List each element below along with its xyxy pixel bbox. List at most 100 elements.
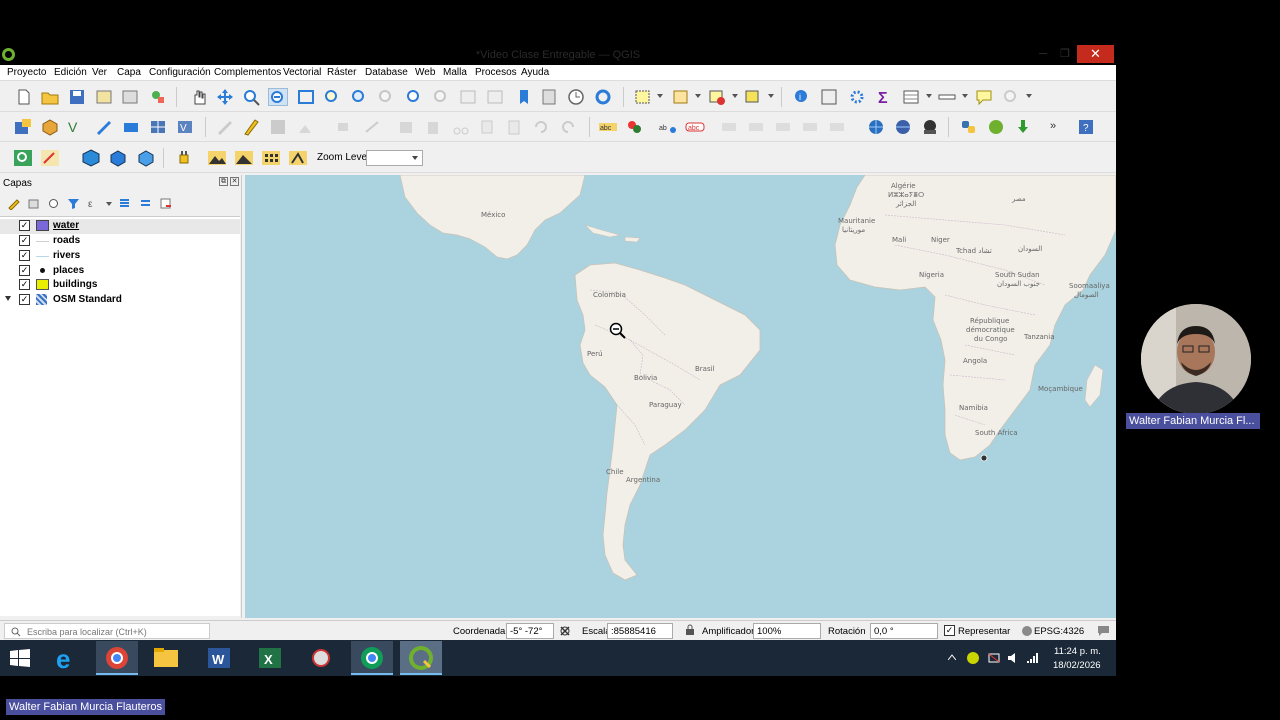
collapse-all-icon[interactable]	[139, 197, 152, 210]
toggle-editing-icon[interactable]	[241, 118, 261, 136]
layer-row-roads[interactable]: ✓ roads	[0, 234, 240, 249]
layer-visibility-checkbox[interactable]: ✓	[19, 220, 30, 231]
map-tips-icon[interactable]	[974, 88, 994, 106]
tray-chevron-icon[interactable]	[948, 654, 956, 660]
menu-vectorial[interactable]: Vectorial	[283, 67, 321, 78]
layer-visibility-checkbox[interactable]: ✓	[19, 265, 30, 276]
save-project-icon[interactable]	[67, 88, 87, 106]
statistics-sigma-icon[interactable]: Σ	[874, 88, 894, 106]
menu-capa[interactable]: Capa	[117, 67, 141, 78]
change-label-icon[interactable]	[773, 118, 793, 136]
pin-labels-icon[interactable]: ab	[658, 118, 678, 136]
measure-line-icon[interactable]	[937, 88, 957, 106]
pan-hand-icon[interactable]	[189, 88, 209, 106]
coordinate-field[interactable]: -5° -72°	[506, 623, 554, 639]
copy-features-icon[interactable]	[477, 118, 497, 136]
magnifier-field[interactable]: 100%	[753, 623, 821, 639]
field-calculator-icon[interactable]	[819, 88, 839, 106]
layer-row-osm-standard[interactable]: ✓ OSM Standard	[0, 293, 240, 308]
hillshade-icon[interactable]	[234, 149, 254, 167]
messages-icon[interactable]	[1097, 625, 1110, 637]
new-project-icon[interactable]	[14, 88, 34, 106]
layer-visibility-checkbox[interactable]: ✓	[19, 250, 30, 261]
locate-icon[interactable]	[1001, 88, 1021, 106]
redo-icon[interactable]	[558, 118, 578, 136]
layer-row-places[interactable]: ✓ places	[0, 264, 240, 279]
label-tool-icon[interactable]: abc	[598, 118, 618, 136]
paste-features-icon[interactable]	[504, 118, 524, 136]
layer-row-water[interactable]: ✓ water	[0, 219, 240, 234]
new-map-view-icon[interactable]	[458, 88, 478, 106]
cut-features-icon[interactable]	[451, 118, 471, 136]
rotate-diagram-icon[interactable]	[827, 118, 847, 136]
style-manager-icon[interactable]	[148, 88, 168, 106]
open-project-icon[interactable]	[40, 88, 60, 106]
layer-labeling-icon[interactable]	[625, 118, 645, 136]
crs-globe-icon[interactable]	[1021, 625, 1033, 637]
wfs-globe-icon[interactable]	[893, 118, 913, 136]
close-button[interactable]: ✕	[1077, 45, 1114, 63]
menu-configuracion[interactable]: Configuración	[149, 67, 211, 78]
new-bookmark-icon[interactable]	[514, 88, 534, 106]
new-shapefile-icon[interactable]: V	[67, 118, 87, 136]
move-label-icon[interactable]	[719, 118, 739, 136]
attribute-table-icon[interactable]	[901, 88, 921, 106]
plugin-connect-icon[interactable]	[174, 149, 194, 167]
3d-layer-icon[interactable]	[81, 149, 101, 167]
deselect-all-icon[interactable]	[707, 88, 727, 106]
internet-explorer-task[interactable]: e	[46, 641, 88, 675]
delete-selected-icon[interactable]	[396, 118, 416, 136]
menu-edicion[interactable]: Edición	[54, 67, 87, 78]
edits-icon[interactable]	[215, 118, 235, 136]
menu-web[interactable]: Web	[415, 67, 435, 78]
layer-visibility-checkbox[interactable]: ✓	[19, 294, 30, 305]
undo-icon[interactable]	[531, 118, 551, 136]
remove-layer-icon[interactable]	[159, 197, 172, 210]
zoom-last-icon[interactable]	[404, 88, 424, 106]
layer-visibility-checkbox[interactable]: ✓	[19, 279, 30, 290]
grid-icon[interactable]	[261, 149, 281, 167]
locator-input[interactable]: Escriba para localizar (Ctrl+K)	[4, 623, 210, 639]
zoom-to-layer-icon[interactable]	[349, 88, 369, 106]
save-edits-icon[interactable]	[268, 118, 288, 136]
word-task[interactable]: W	[198, 641, 240, 675]
rotation-field[interactable]: 0,0 °	[870, 623, 938, 639]
refresh-icon[interactable]	[593, 88, 613, 106]
move-diagram-icon[interactable]	[800, 118, 820, 136]
3d-cube-icon[interactable]	[108, 149, 128, 167]
chrome-task[interactable]	[96, 641, 138, 675]
clock-time[interactable]: 11:24 p. m.	[1054, 646, 1101, 657]
menu-procesos[interactable]: Procesos	[475, 67, 517, 78]
map-canvas[interactable]: México Colombia Perú Brasil Bolivia Para…	[245, 175, 1116, 618]
trash-icon[interactable]	[423, 118, 443, 136]
zoom-to-selection-icon[interactable]	[322, 88, 342, 106]
menu-database[interactable]: Database	[365, 67, 408, 78]
plugin-manager-icon[interactable]	[986, 118, 1006, 136]
menu-raster[interactable]: Ráster	[327, 67, 356, 78]
3d-box-icon[interactable]	[136, 149, 156, 167]
add-feature-icon[interactable]	[296, 118, 316, 136]
terrain-icon[interactable]	[207, 149, 227, 167]
zoom-full-icon[interactable]	[296, 88, 316, 106]
zoom-next-icon[interactable]	[431, 88, 451, 106]
layout-manager-icon[interactable]	[120, 88, 140, 106]
volume-icon[interactable]	[1006, 651, 1020, 665]
modify-attributes-icon[interactable]	[362, 118, 382, 136]
crs-label[interactable]: EPSG:4326	[1034, 626, 1084, 637]
signal-icon[interactable]	[1025, 651, 1039, 665]
add-group-icon[interactable]	[27, 197, 40, 210]
close-panel-icon[interactable]: ✕	[230, 177, 239, 186]
chrome-task-2[interactable]	[351, 641, 393, 675]
vertex-tool-icon[interactable]	[333, 118, 353, 136]
profile-tool-icon[interactable]	[288, 149, 308, 167]
temporal-controller-icon[interactable]	[566, 88, 586, 106]
new-print-layout-icon[interactable]	[94, 88, 114, 106]
data-source-manager-icon[interactable]	[13, 118, 33, 136]
help-icon[interactable]: ?	[1076, 118, 1096, 136]
vertex-search-icon[interactable]	[13, 149, 33, 167]
windows-start-icon[interactable]	[10, 649, 30, 667]
coordinate-toggle-icon[interactable]	[559, 625, 571, 637]
rotate-label-icon[interactable]	[746, 118, 766, 136]
menu-complementos[interactable]: Complementos	[214, 67, 281, 78]
menu-ver[interactable]: Ver	[92, 67, 107, 78]
